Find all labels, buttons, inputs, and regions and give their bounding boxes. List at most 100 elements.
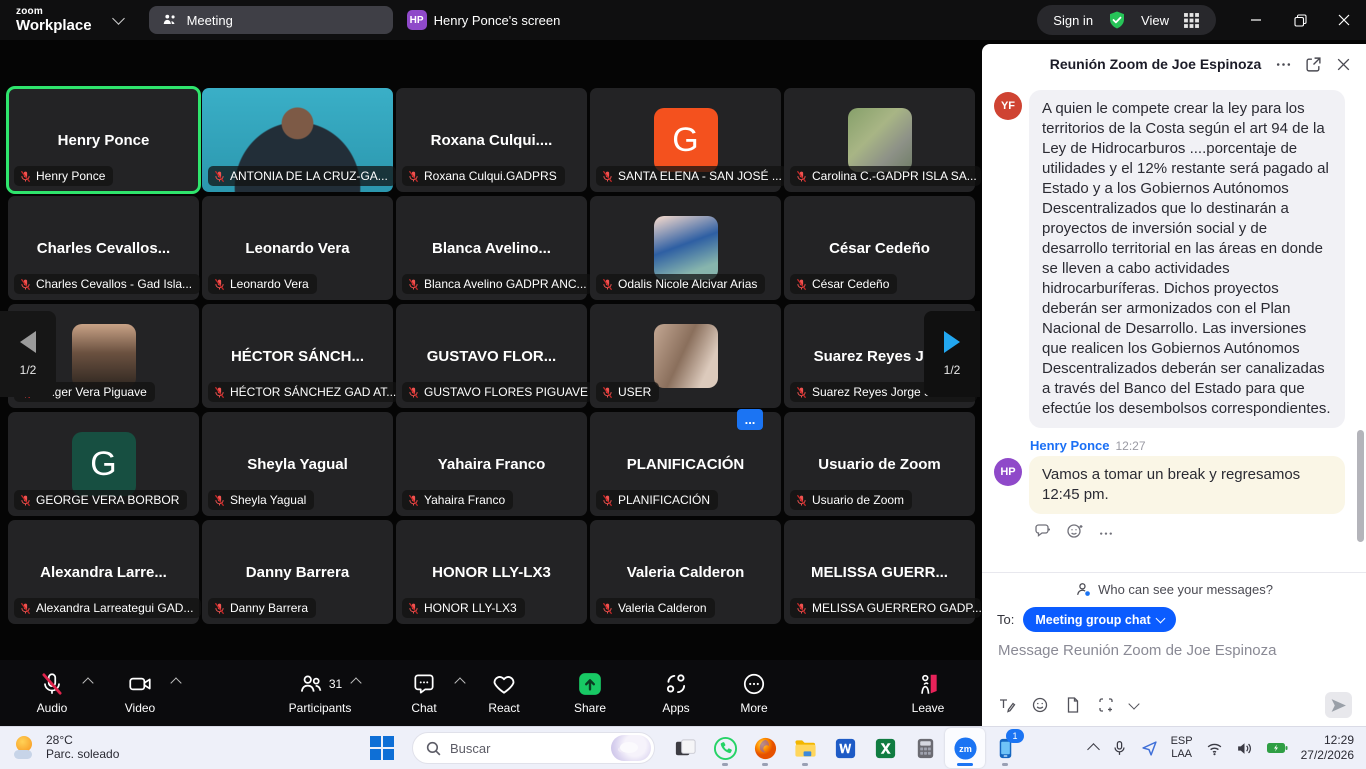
word-app-icon[interactable] xyxy=(825,728,865,768)
participant-tile-4[interactable]: GSANTA ELENA - SAN JOSÉ ... xyxy=(590,88,781,192)
participant-tile-22[interactable]: Danny BarreraDanny Barrera xyxy=(202,520,393,624)
calculator-app-icon[interactable] xyxy=(905,728,945,768)
restore-button[interactable] xyxy=(1278,0,1322,40)
volume-icon[interactable] xyxy=(1236,740,1253,757)
recipient-selector[interactable]: Meeting group chat xyxy=(1023,607,1175,632)
participant-tile-9[interactable]: Odalis Nicole Alcivar Arias xyxy=(590,196,781,300)
security-shield-icon[interactable] xyxy=(1107,10,1127,30)
taskbar-apps: zm1 xyxy=(665,728,1025,768)
participant-tile-6[interactable]: Charles Cevallos...Charles Cevallos - Ga… xyxy=(8,196,199,300)
participant-tile-17[interactable]: Sheyla YagualSheyla Yagual xyxy=(202,412,393,516)
participant-tile-16[interactable]: GGEORGE VERA BORBOR xyxy=(8,412,199,516)
participant-tile-14[interactable]: USER xyxy=(590,304,781,408)
add-reaction-icon[interactable] xyxy=(1066,522,1084,540)
muted-mic-icon xyxy=(407,494,420,507)
tray-location-icon[interactable] xyxy=(1141,740,1158,757)
tool-label: Participants xyxy=(289,701,352,715)
firefox-app-icon[interactable] xyxy=(745,728,785,768)
participant-tile-25[interactable]: MELISSA GUERR...MELISSA GUERRERO GADP... xyxy=(784,520,975,624)
battery-icon[interactable] xyxy=(1266,741,1288,755)
tray-overflow-icon[interactable] xyxy=(1087,743,1100,756)
video-button[interactable]: Video xyxy=(108,671,172,715)
chat-more-icon[interactable] xyxy=(1275,56,1292,73)
send-button[interactable] xyxy=(1325,692,1352,718)
message-bubble[interactable]: Vamos a tomar un break y regresamos 12:4… xyxy=(1029,456,1345,514)
close-button[interactable] xyxy=(1322,0,1366,40)
chevron-up-icon[interactable] xyxy=(350,677,361,688)
sign-in-button[interactable]: Sign in xyxy=(1053,13,1093,28)
participant-label: MELISSA GUERRERO GADP... xyxy=(790,598,981,618)
emoji-icon[interactable] xyxy=(1031,696,1049,714)
weather-widget[interactable]: 28°C Parc. soleado xyxy=(14,734,164,762)
muted-mic-icon xyxy=(19,602,32,615)
participant-avatar xyxy=(654,324,718,388)
heart-icon xyxy=(491,671,517,697)
chat-button[interactable]: Chat xyxy=(392,671,456,715)
language-indicator[interactable]: ESP LAA xyxy=(1171,735,1193,760)
chat-scrollbar[interactable] xyxy=(1357,430,1364,542)
tab-screen-label: Henry Ponce's screen xyxy=(434,13,561,28)
chat-close-icon[interactable] xyxy=(1335,56,1352,73)
start-button[interactable] xyxy=(370,736,394,760)
participant-tile-8[interactable]: Blanca Avelino...Blanca Avelino GADPR AN… xyxy=(396,196,587,300)
tray-mic-icon[interactable] xyxy=(1111,740,1128,757)
participant-tile-12[interactable]: HÉCTOR SÁNCH...HÉCTOR SÁNCHEZ GAD AT... xyxy=(202,304,393,408)
apps-button[interactable]: Apps xyxy=(644,671,708,715)
format-text-icon[interactable] xyxy=(998,696,1016,714)
zoom-app-icon[interactable]: zm xyxy=(945,728,985,768)
participant-name: Leonardo Vera xyxy=(239,240,355,257)
participant-tile-5[interactable]: Carolina C.-GADPR ISLA SA... xyxy=(784,88,975,192)
excel-app-icon[interactable] xyxy=(865,728,905,768)
whatsapp-app-icon[interactable] xyxy=(705,728,745,768)
word-icon xyxy=(833,736,858,761)
participant-tile-18[interactable]: Yahaira FrancoYahaira Franco xyxy=(396,412,587,516)
participant-tile-23[interactable]: HONOR LLY-LX3HONOR LLY-LX3 xyxy=(396,520,587,624)
tab-meeting[interactable]: Meeting xyxy=(149,6,393,34)
participant-label: ANTONIA DE LA CRUZ-GA... xyxy=(208,166,396,186)
participant-tile-21[interactable]: Alexandra Larre...Alexandra Larreategui … xyxy=(8,520,199,624)
previous-page-button[interactable]: 1/2 xyxy=(0,311,56,397)
clock[interactable]: 12:29 27/2/2026 xyxy=(1301,733,1354,763)
message-bubble[interactable]: A quien le compete crear la ley para los… xyxy=(1029,90,1345,428)
react-button[interactable]: React xyxy=(472,671,536,715)
participant-tile-19[interactable]: PLANIFICACIÓN...PLANIFICACIÓN xyxy=(590,412,781,516)
screenshot-icon[interactable] xyxy=(1097,696,1115,714)
leave-button[interactable]: Leave xyxy=(896,671,960,715)
share-button[interactable]: Share xyxy=(558,671,622,715)
audio-button[interactable]: Audio xyxy=(20,671,84,715)
view-button[interactable]: View xyxy=(1141,13,1169,28)
participant-tile-10[interactable]: César CedeñoCésar Cedeño xyxy=(784,196,975,300)
chevron-down-icon[interactable] xyxy=(1128,698,1139,709)
chevron-up-icon[interactable] xyxy=(82,677,93,688)
participants-button[interactable]: 31Participants xyxy=(288,671,352,715)
participant-tile-7[interactable]: Leonardo VeraLeonardo Vera xyxy=(202,196,393,300)
more-button[interactable]: More xyxy=(722,671,786,715)
message-meta: Henry Ponce12:27 xyxy=(1030,438,1352,453)
participant-tile-3[interactable]: Roxana Culqui....Roxana Culqui.GADPRS xyxy=(396,88,587,192)
minimize-button[interactable] xyxy=(1234,0,1278,40)
participant-tile-2[interactable]: ANTONIA DE LA CRUZ-GA... xyxy=(202,88,393,192)
file-explorer-app-icon[interactable] xyxy=(785,728,825,768)
tab-henry-ponces-screen[interactable]: HP Henry Ponce's screen xyxy=(407,10,561,30)
participant-tile-1[interactable]: Henry PonceHenry Ponce xyxy=(8,88,199,192)
reply-icon[interactable] xyxy=(1034,522,1052,540)
wifi-icon[interactable] xyxy=(1206,740,1223,757)
chevron-up-icon[interactable] xyxy=(454,677,465,688)
privacy-note[interactable]: Who can see your messages? xyxy=(982,572,1366,606)
participant-tile-13[interactable]: GUSTAVO FLOR...GUSTAVO FLORES PIGUAVE xyxy=(396,304,587,408)
participant-tile-24[interactable]: Valeria CalderonValeria Calderon xyxy=(590,520,781,624)
next-page-button[interactable]: 1/2 xyxy=(924,311,980,397)
attach-file-icon[interactable] xyxy=(1064,696,1082,714)
search-box[interactable]: Buscar xyxy=(412,732,655,764)
chat-input[interactable]: Message Reunión Zoom de Joe Espinoza xyxy=(998,642,1350,659)
phone-link-app-icon[interactable]: 1 xyxy=(985,728,1025,768)
chevron-up-icon[interactable] xyxy=(170,677,181,688)
view-grid-icon[interactable] xyxy=(1183,12,1200,29)
tile-options-button[interactable]: ... xyxy=(737,409,763,430)
more-actions-icon[interactable] xyxy=(1098,523,1115,540)
task-view-app-icon[interactable] xyxy=(665,728,705,768)
page-indicator-left: 1/2 xyxy=(20,363,37,377)
participant-tile-20[interactable]: Usuario de ZoomUsuario de Zoom xyxy=(784,412,975,516)
chat-popout-icon[interactable] xyxy=(1305,56,1322,73)
chevron-down-icon[interactable] xyxy=(112,12,125,25)
